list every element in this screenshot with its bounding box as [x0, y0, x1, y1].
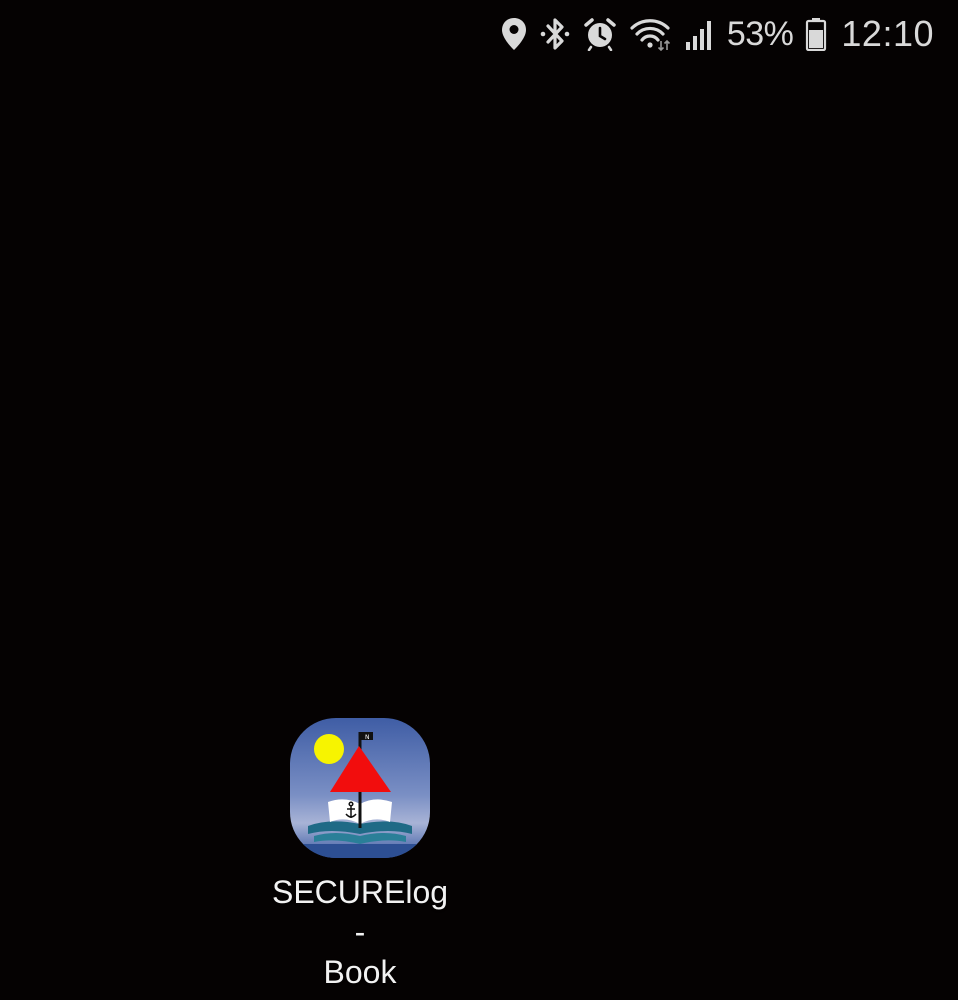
- signal-icon: [685, 14, 715, 54]
- app-label[interactable]: SECURElog- Book: [270, 872, 450, 992]
- app-label-line2: Book: [323, 954, 397, 990]
- svg-text:N: N: [365, 734, 370, 741]
- status-clock: 12:10: [841, 13, 934, 54]
- bluetooth-icon: [539, 14, 571, 54]
- wifi-icon: [629, 14, 673, 54]
- alarm-icon: [583, 14, 617, 54]
- app-shortcut-securelog-book[interactable]: N SECURElog- Book: [270, 718, 450, 992]
- status-bar[interactable]: 53% 12:10: [501, 0, 958, 68]
- app-label-line1: SECURElog-: [271, 874, 449, 950]
- sailboat-book-icon[interactable]: N: [290, 718, 430, 858]
- battery-percent: 53%: [726, 14, 794, 53]
- battery-icon: [805, 14, 827, 54]
- home-screen: 53% 12:10 N SECURElog- Book: [0, 0, 958, 1000]
- location-icon: [501, 14, 527, 54]
